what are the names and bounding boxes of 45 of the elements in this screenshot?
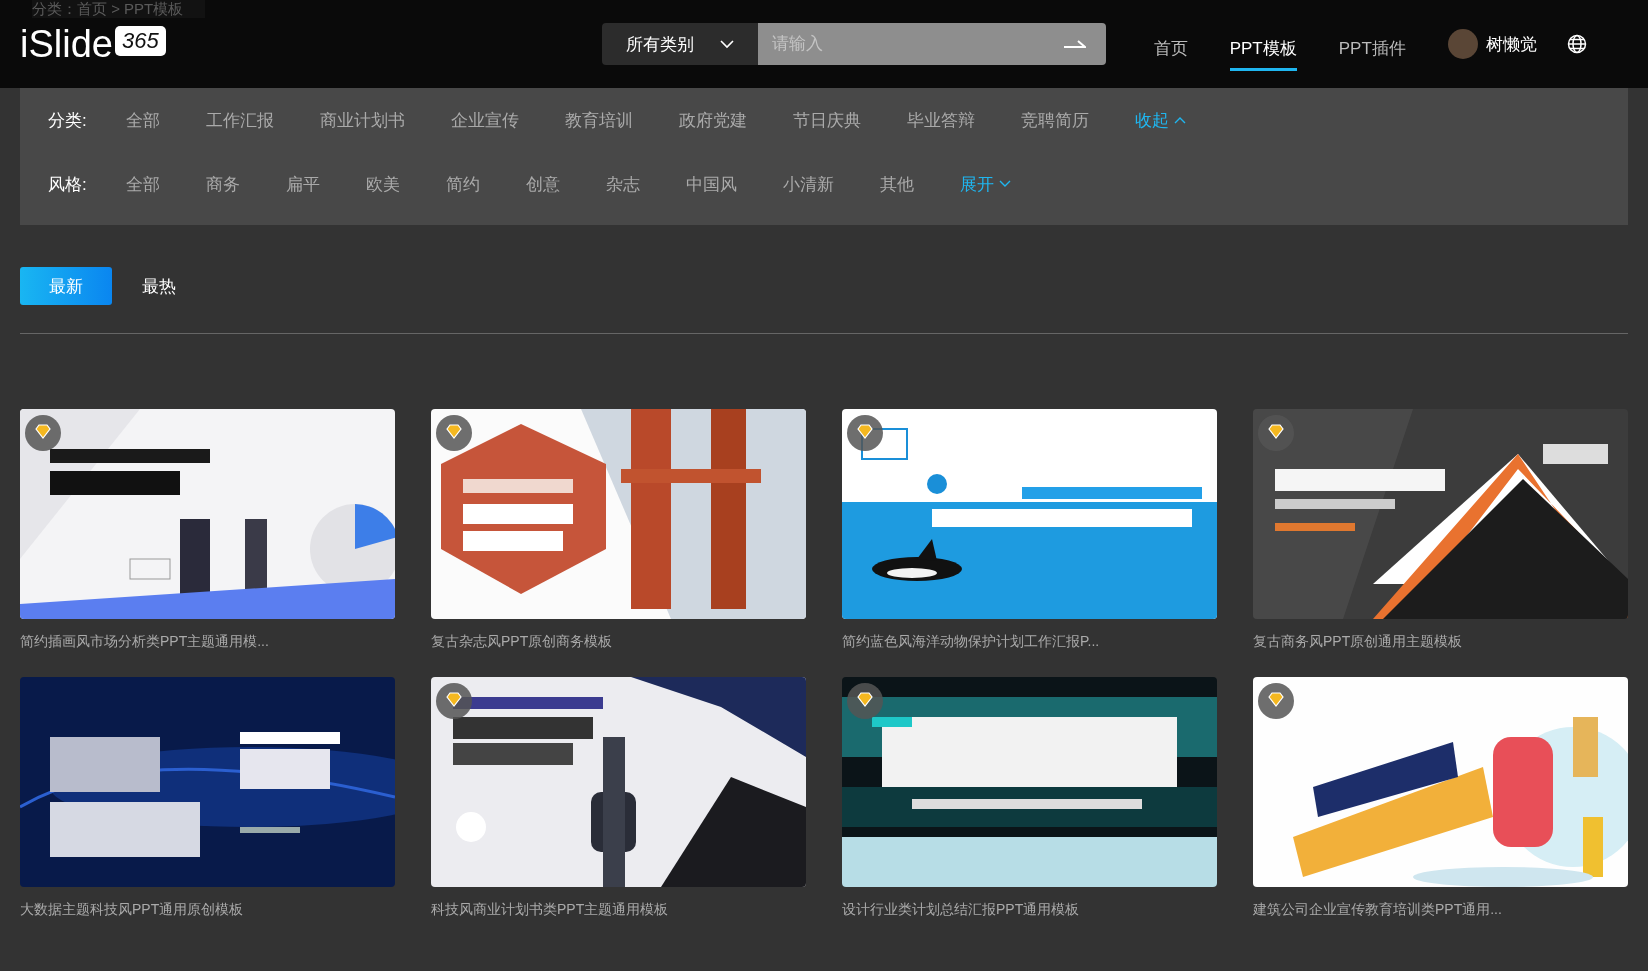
- template-title[interactable]: 简约蓝色风海洋动物保护计划工作汇报P...: [842, 633, 1217, 657]
- template-title[interactable]: 复古杂志风PPT原创商务模板: [431, 633, 806, 657]
- filter-option[interactable]: 简约: [446, 172, 480, 196]
- filter-label: 风格:: [48, 173, 88, 196]
- filter-option[interactable]: 中国风: [686, 172, 737, 196]
- filter-option[interactable]: 小清新: [783, 172, 834, 196]
- chevron-up-icon: [1174, 116, 1186, 124]
- chevron-down-icon: [999, 180, 1011, 188]
- template-title[interactable]: 大数据主题科技风PPT通用原创模板: [20, 901, 395, 925]
- filter-option[interactable]: 企业宣传: [451, 108, 519, 132]
- user-name[interactable]: 树懒觉: [1485, 32, 1537, 56]
- filter-option[interactable]: 全部: [126, 108, 160, 132]
- filter-option[interactable]: 其他: [880, 172, 914, 196]
- toggle-link[interactable]: 展开: [960, 172, 1011, 196]
- logo-badge: 365: [114, 26, 166, 56]
- chevron-down-icon: [719, 39, 734, 49]
- globe-icon[interactable]: [1566, 34, 1587, 54]
- nav-tab[interactable]: PPT模板: [1229, 22, 1297, 71]
- nav-tab[interactable]: 首页: [1153, 22, 1188, 71]
- template-title[interactable]: 建筑公司企业宣传教育培训类PPT通用...: [1253, 901, 1628, 925]
- filter-option[interactable]: 节日庆典: [793, 108, 861, 132]
- filter-option[interactable]: 欧美: [366, 172, 400, 196]
- filter-option[interactable]: 教育培训: [565, 108, 633, 132]
- nav-tab[interactable]: PPT插件: [1338, 22, 1406, 71]
- filter-option[interactable]: 商务: [206, 172, 240, 196]
- template-title[interactable]: 简约插画风市场分析类PPT主题通用模...: [20, 633, 395, 657]
- template-title[interactable]: 设计行业类计划总结汇报PPT通用模板: [842, 901, 1217, 925]
- sort-tab[interactable]: 最新: [20, 267, 112, 305]
- filter-option[interactable]: 工作汇报: [206, 108, 274, 132]
- filter-option[interactable]: 毕业答辩: [907, 108, 975, 132]
- filter-option[interactable]: 扁平: [286, 172, 320, 196]
- category-dropdown[interactable]: 所有类别: [601, 23, 758, 65]
- template-title[interactable]: 科技风商业计划书类PPT主题通用模板: [431, 901, 806, 925]
- filter-option[interactable]: 创意: [526, 172, 560, 196]
- filter-option[interactable]: 杂志: [606, 172, 640, 196]
- filter-option[interactable]: 竞聘简历: [1021, 108, 1089, 132]
- filter-option[interactable]: 商业计划书: [320, 108, 405, 132]
- filter-option[interactable]: 政府党建: [679, 108, 747, 132]
- filter-option[interactable]: 全部: [126, 172, 160, 196]
- breadcrumb: 分类：首页 > PPT模板: [32, 0, 206, 18]
- template-title[interactable]: 复古商务风PPT原创通用主题模板: [1253, 633, 1628, 657]
- toggle-link[interactable]: 收起: [1135, 108, 1186, 132]
- filter-label: 分类:: [48, 109, 88, 132]
- sort-tab[interactable]: 最热: [142, 267, 176, 305]
- logo-text[interactable]: iSlide: [20, 22, 113, 66]
